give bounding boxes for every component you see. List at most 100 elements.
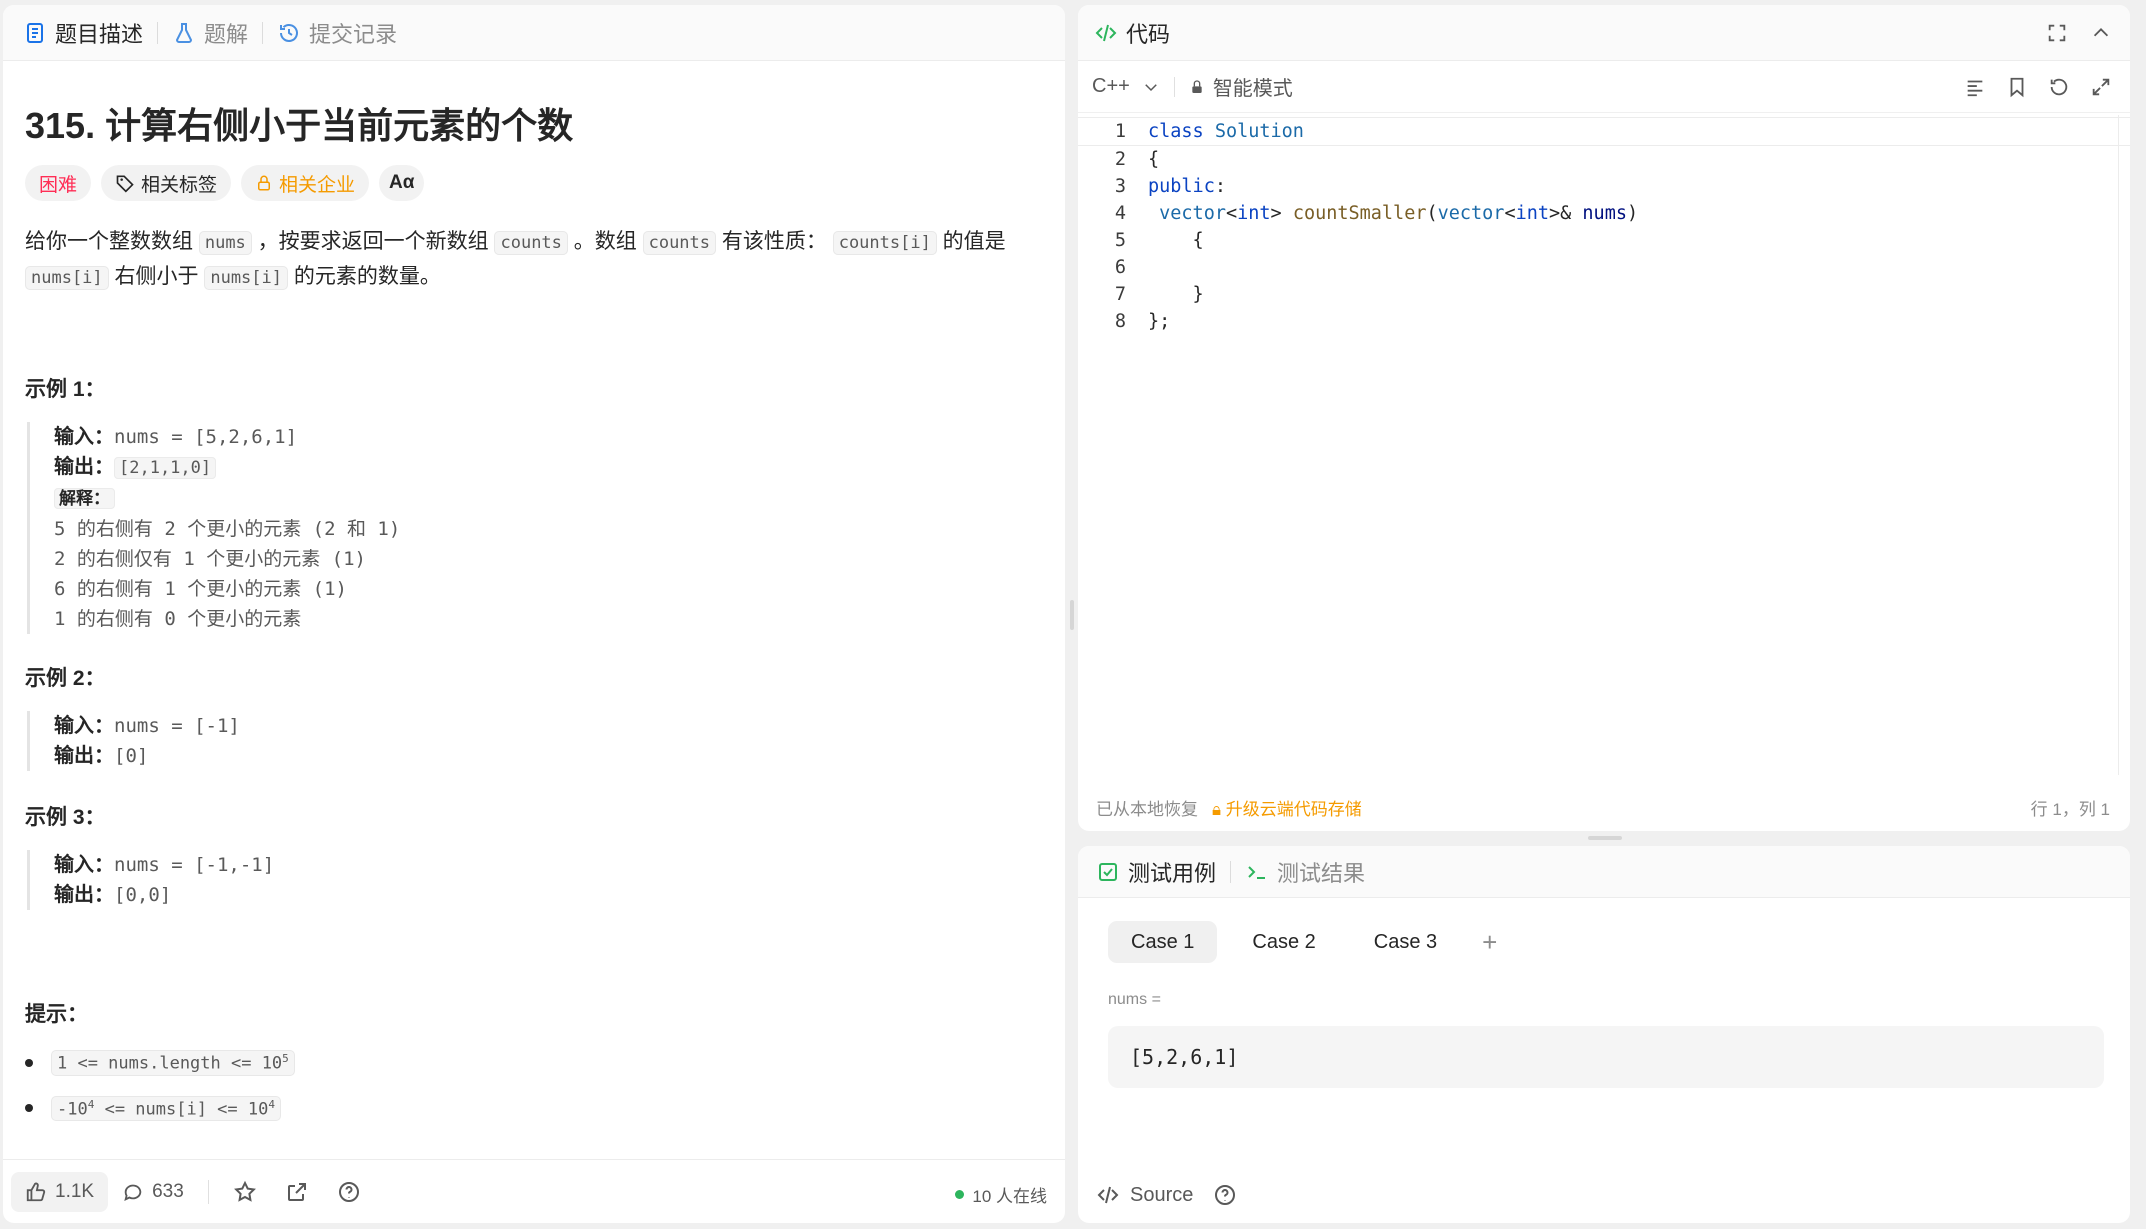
case-label: Case 1 — [1131, 930, 1195, 953]
resize-handle[interactable] — [1070, 600, 1074, 630]
bullet — [25, 1104, 33, 1113]
example-block: 输入：nums = [5,2,6,1] 输出： [2,1,1,0] 解释： 5 的… — [27, 422, 400, 634]
tags-label: 相关标签 — [141, 174, 218, 196]
example-block: 输入：nums = [-1] 输出：[0] — [27, 711, 240, 771]
help-icon[interactable] — [1213, 1183, 1237, 1207]
output-label: 输出： — [54, 456, 114, 478]
tab-test-result[interactable]: 测试结果 — [1245, 856, 1379, 888]
constraint-exp: 4 — [268, 1097, 275, 1111]
share-icon — [287, 1182, 306, 1201]
chevron-down-icon — [1145, 83, 1157, 91]
tab-label: 测试用例 — [1128, 860, 1217, 886]
tab-description[interactable]: 题目描述 — [23, 17, 157, 49]
language-select[interactable]: C++ — [1092, 75, 1160, 98]
case-tab[interactable]: Case 2 — [1229, 921, 1338, 963]
problem-badges: 困难 相关标签 相关企业 Aα — [25, 165, 425, 201]
add-case-button[interactable]: + — [1472, 921, 1507, 963]
constraint-text: -10 — [57, 1099, 88, 1120]
lock-icon — [1192, 79, 1202, 93]
doc-icon — [27, 22, 43, 43]
star-icon — [233, 1180, 256, 1202]
line-number: 8 — [1114, 311, 1126, 332]
upgrade-link[interactable]: 🔒︎ 升级云端代码存储 — [1212, 795, 1362, 820]
lock-icon — [258, 175, 271, 191]
example-title: 示例 3： — [25, 806, 106, 829]
translate-icon: Aα — [389, 172, 415, 193]
testcase-panel: 测试用例 测试结果 Case 1 Case 2 Case 3 + nums = … — [1078, 846, 2130, 1223]
code-editor-panel: 代码 C++ 智能模式 1 class Solution 2{ 3 public: … — [1078, 5, 2130, 831]
code-line: 4 vector<int> countSmaller(vector<int>& … — [1078, 200, 2130, 227]
desc-text: 有该性质： — [721, 230, 827, 253]
tab-divider — [262, 21, 264, 44]
constraints-list: 1 <= nums.length <= 105 -10 4 <= nums[i] … — [25, 1050, 295, 1141]
help-button[interactable] — [323, 1172, 375, 1212]
code-icon — [1097, 1186, 1119, 1204]
description-footer: 1.1K 633 10 人在线 — [3, 1159, 1065, 1223]
comments-button[interactable]: 633 — [108, 1172, 198, 1212]
code-text: { — [1148, 149, 1160, 170]
left-tabbar: 题目描述 题解 提交记录 — [3, 5, 1065, 61]
editor-header: 代码 — [1078, 5, 2130, 61]
tab-code[interactable]: 代码 — [1094, 17, 1184, 49]
problem-description: 给你一个整数数组 nums ，按要求返回一个新数组 counts 。数组 cou… — [25, 225, 1045, 295]
output-label: 输出： — [54, 745, 114, 767]
reset-icon[interactable] — [2048, 76, 2070, 98]
explain-line: 1 的右侧有 0 个更小的元素 — [54, 608, 302, 630]
tab-testcase[interactable]: 测试用例 — [1096, 856, 1230, 888]
comment-icon — [124, 1184, 142, 1201]
company-button[interactable]: 相关企业 — [241, 165, 370, 201]
language-label: C++ — [1092, 75, 1130, 97]
line-number: 5 — [1114, 230, 1126, 251]
code-icon — [1095, 24, 1117, 41]
source-button[interactable]: Source — [1096, 1183, 1193, 1207]
mode-label: 智能模式 — [1212, 78, 1293, 100]
line-number: 1 — [1114, 121, 1126, 142]
variable-input[interactable]: [5,2,6,1] — [1108, 1026, 2104, 1088]
online-dot — [955, 1190, 965, 1199]
case-tab[interactable]: Case 1 — [1108, 921, 1218, 963]
desc-text: 的元素的数量。 — [293, 265, 441, 288]
code-line: 3 public: — [1078, 173, 2130, 200]
input-label: 输入： — [54, 854, 114, 876]
resize-handle[interactable] — [1588, 836, 1622, 840]
smart-mode-toggle[interactable]: 智能模式 — [1189, 72, 1293, 101]
example-block: 输入：nums = [-1,-1] 输出：[0,0] — [27, 850, 274, 910]
input-label: 输入： — [54, 426, 114, 448]
like-button[interactable]: 1.1K — [11, 1171, 109, 1212]
share-button[interactable] — [271, 1172, 323, 1212]
tab-label: 代码 — [1126, 21, 1171, 47]
tab-divider — [1230, 860, 1232, 883]
code-line: 1 class Solution — [1078, 117, 2130, 146]
format-icon[interactable] — [1964, 76, 1986, 98]
fullscreen-icon[interactable] — [2046, 22, 2068, 44]
code-text: }; — [1148, 311, 1171, 332]
case-tabs: Case 1 Case 2 Case 3 + — [1108, 921, 1507, 963]
explain-line: 2 的右侧仅有 1 个更小的元素 (1) — [54, 548, 366, 570]
help-icon — [338, 1181, 359, 1202]
example-title: 示例 2： — [25, 667, 106, 690]
favorite-button[interactable] — [219, 1172, 271, 1212]
scrollbar[interactable] — [2118, 115, 2126, 775]
inline-code: counts — [494, 231, 568, 255]
tab-label: 提交记录 — [309, 21, 398, 47]
code-line: 2{ — [1078, 146, 2130, 173]
input-value: nums = [-1,-1] — [114, 854, 275, 876]
bookmark-icon[interactable] — [2006, 76, 2028, 98]
code-line: 5 { — [1078, 227, 2130, 254]
inline-code: nums[i] — [25, 266, 109, 290]
source-label: Source — [1130, 1183, 1194, 1206]
translate-button[interactable]: Aα — [379, 165, 425, 201]
case-tab[interactable]: Case 3 — [1351, 921, 1460, 963]
restore-status: 已从本地恢复 — [1096, 800, 1198, 819]
desc-text: 的值是 — [942, 230, 1006, 253]
output-value: [0,0] — [114, 884, 172, 906]
collapse-icon[interactable] — [2090, 22, 2112, 44]
expand-icon[interactable] — [2090, 76, 2112, 98]
tab-submissions[interactable]: 提交记录 — [277, 17, 411, 49]
tags-button[interactable]: 相关标签 — [101, 165, 232, 201]
code-area[interactable]: 1 class Solution 2{ 3 public: 4 vector<int… — [1078, 117, 2130, 335]
input-label: 输入： — [54, 715, 114, 737]
inline-code: nums — [198, 231, 252, 255]
tab-solutions[interactable]: 题解 — [172, 17, 262, 49]
line-number: 3 — [1114, 176, 1126, 197]
